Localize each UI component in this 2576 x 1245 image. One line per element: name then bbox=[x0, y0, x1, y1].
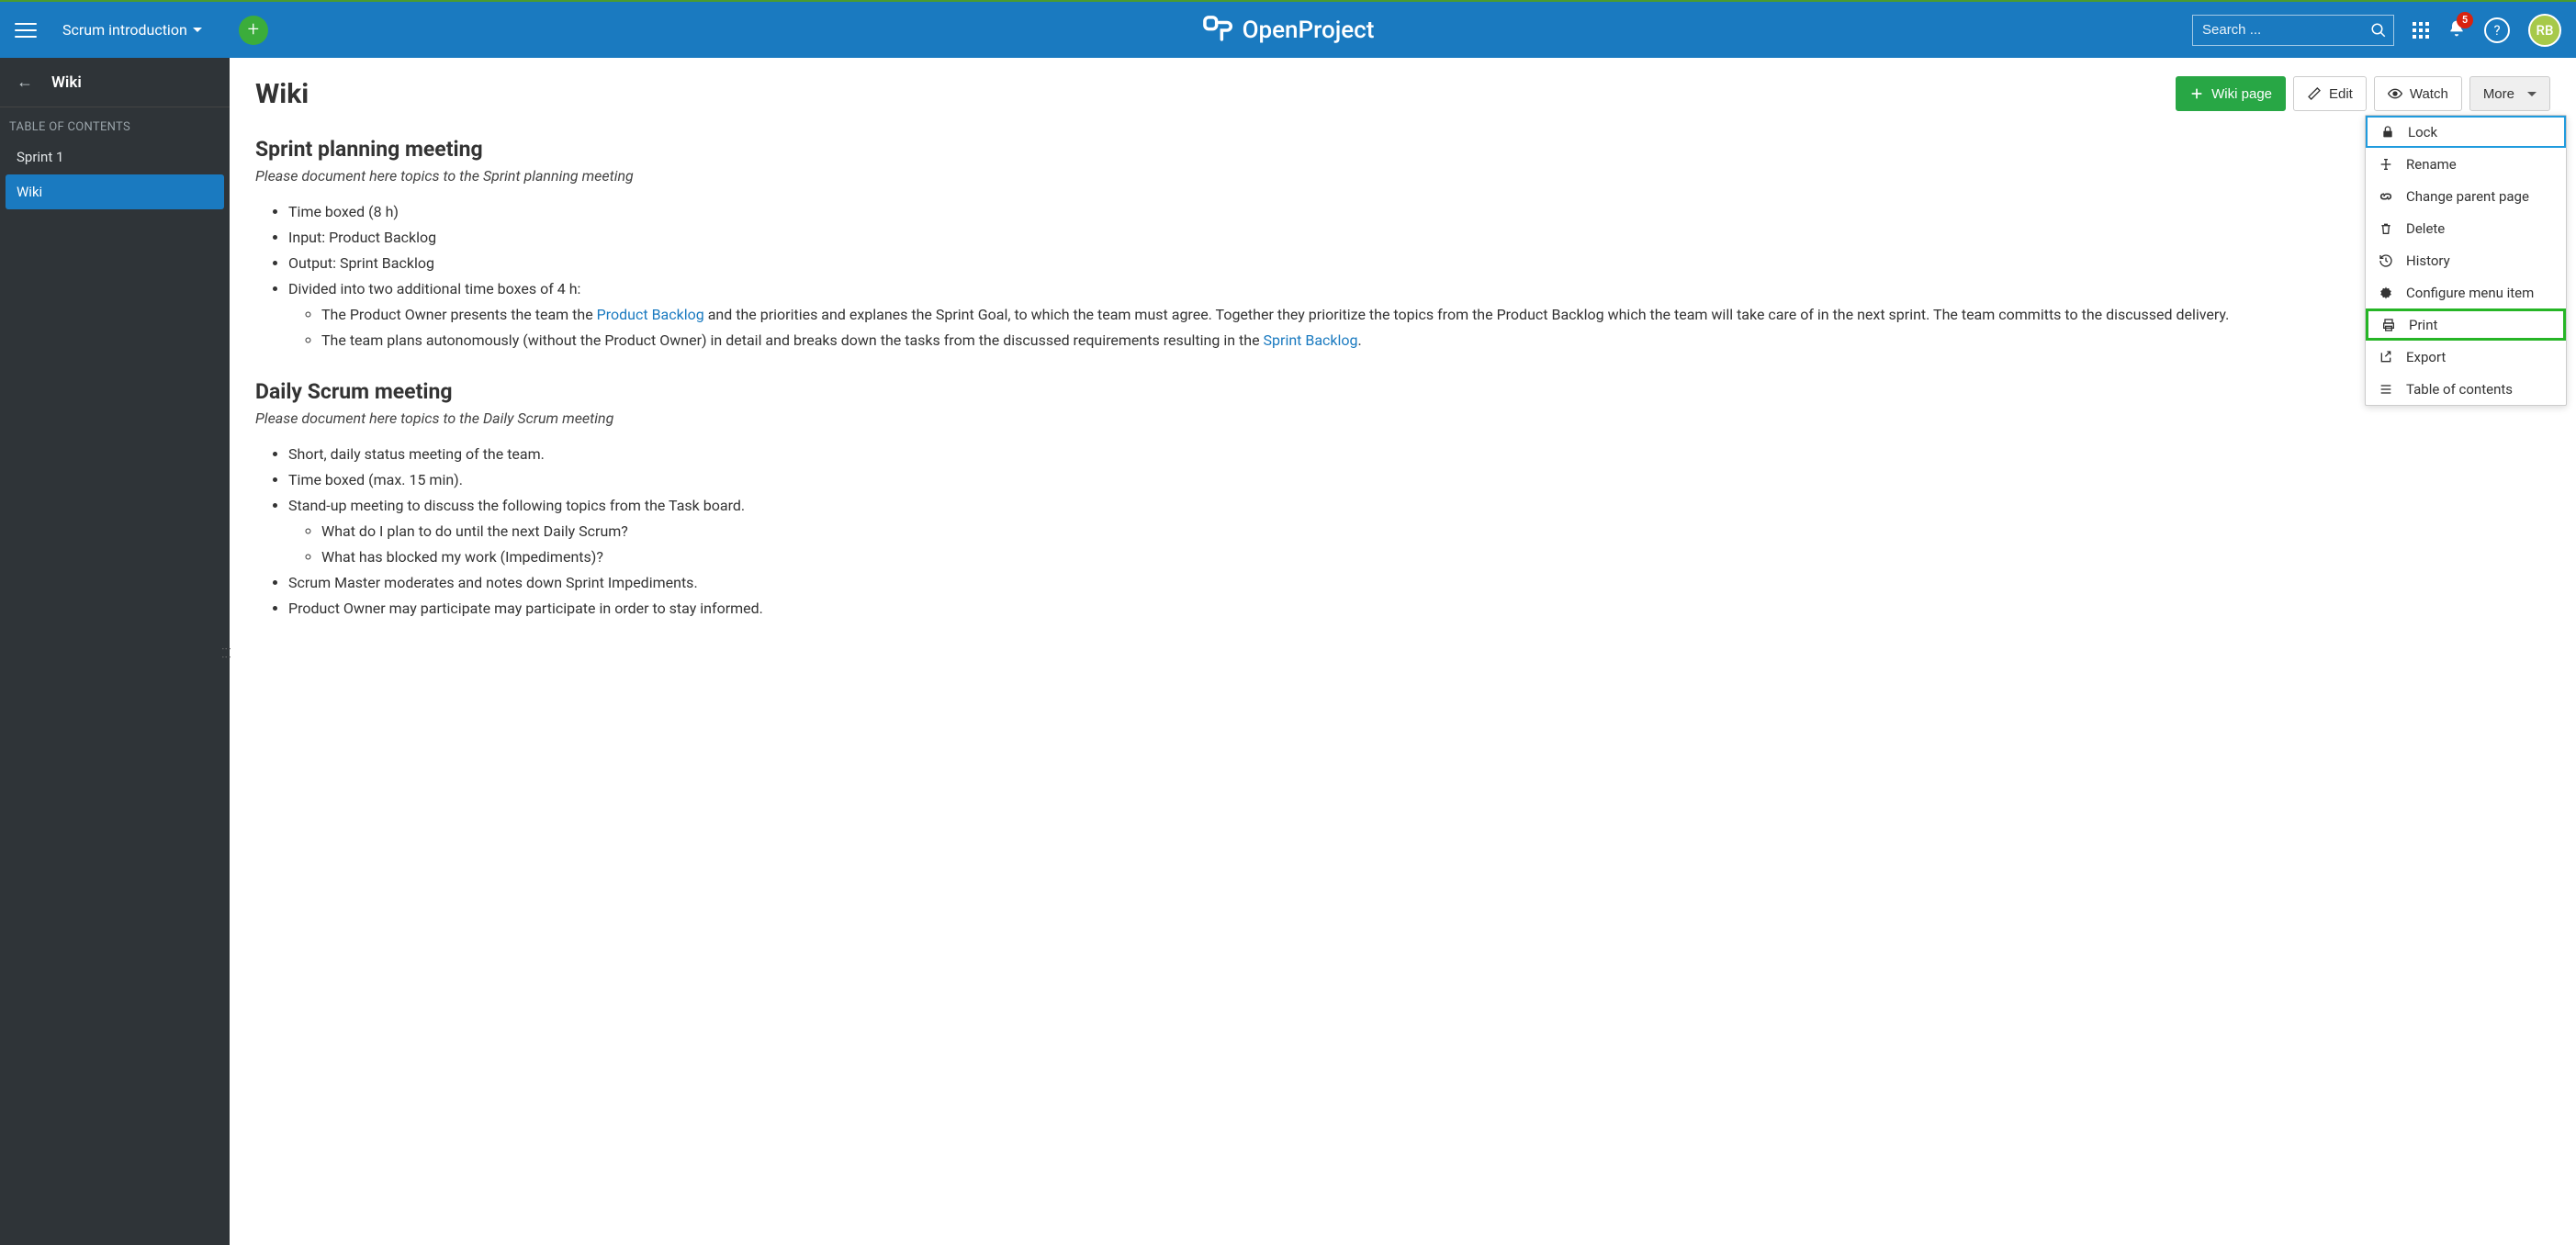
list-item: Divided into two additional time boxes o… bbox=[288, 276, 2550, 353]
list-icon bbox=[2379, 382, 2393, 397]
eye-icon bbox=[2388, 86, 2402, 101]
dropdown-history[interactable]: History bbox=[2366, 244, 2566, 276]
more-dropdown: Lock Rename Change parent page Delete Hi… bbox=[2365, 115, 2567, 406]
notifications-button[interactable]: 5 bbox=[2447, 19, 2466, 41]
brand-text: OpenProject bbox=[1243, 17, 1375, 44]
pencil-icon bbox=[2307, 86, 2322, 101]
list-item: Output: Sprint Backlog bbox=[288, 251, 2550, 276]
trash-icon bbox=[2379, 221, 2393, 236]
openproject-icon bbox=[1202, 15, 1233, 46]
edit-button[interactable]: Edit bbox=[2293, 76, 2367, 111]
list-item: Time boxed (max. 15 min). bbox=[288, 467, 2550, 493]
sidebar-item-wiki[interactable]: Wiki bbox=[6, 174, 224, 209]
dropdown-rename[interactable]: Rename bbox=[2366, 148, 2566, 180]
notification-badge: 5 bbox=[2457, 12, 2473, 28]
lock-icon bbox=[2380, 125, 2395, 140]
list-item: The team plans autonomously (without the… bbox=[321, 328, 2550, 353]
list-item: The Product Owner presents the team the … bbox=[321, 302, 2550, 328]
main-content: Wiki Wiki page Edit Watch More bbox=[230, 58, 2576, 1245]
hamburger-icon[interactable] bbox=[15, 19, 37, 41]
product-backlog-link[interactable]: Product Backlog bbox=[597, 306, 704, 323]
gear-icon bbox=[2379, 286, 2393, 300]
list-item: Time boxed (8 h) bbox=[288, 199, 2550, 225]
wiki-content: Sprint planning meeting Please document … bbox=[255, 137, 2550, 622]
add-button[interactable]: + bbox=[239, 16, 268, 45]
list-item: Input: Product Backlog bbox=[288, 225, 2550, 251]
page-title: Wiki bbox=[255, 78, 309, 110]
sidebar: ← Wiki TABLE OF CONTENTS Sprint 1 Wiki ⋮… bbox=[0, 58, 230, 1245]
search-box bbox=[2192, 15, 2394, 46]
brand-logo: OpenProject bbox=[1202, 15, 1375, 46]
project-selector[interactable]: Scrum introduction bbox=[62, 21, 202, 39]
list-item: Stand-up meeting to discuss the followin… bbox=[288, 493, 2550, 570]
sidebar-item-sprint1[interactable]: Sprint 1 bbox=[0, 140, 230, 174]
list-item: What has blocked my work (Impediments)? bbox=[321, 544, 2550, 570]
section-heading: Sprint planning meeting bbox=[255, 137, 2550, 162]
dropdown-toc[interactable]: Table of contents bbox=[2366, 373, 2566, 405]
toc-heading: TABLE OF CONTENTS bbox=[0, 107, 230, 140]
sprint-backlog-link[interactable]: Sprint Backlog bbox=[1264, 331, 1358, 349]
dropdown-delete[interactable]: Delete bbox=[2366, 212, 2566, 244]
list-item: Scrum Master moderates and notes down Sp… bbox=[288, 570, 2550, 596]
more-button[interactable]: More bbox=[2469, 76, 2550, 111]
section-subtitle: Please document here topics to the Sprin… bbox=[255, 167, 2550, 185]
wiki-page-button[interactable]: Wiki page bbox=[2176, 76, 2286, 111]
sidebar-title: Wiki bbox=[51, 73, 82, 92]
dropdown-configure[interactable]: Configure menu item bbox=[2366, 276, 2566, 308]
section-subtitle: Please document here topics to the Daily… bbox=[255, 409, 2550, 427]
back-arrow-icon[interactable]: ← bbox=[17, 73, 33, 92]
list-item: Short, daily status meeting of the team. bbox=[288, 442, 2550, 467]
top-bar: Scrum introduction + OpenProject 5 ? RB bbox=[0, 0, 2576, 58]
help-button[interactable]: ? bbox=[2484, 17, 2510, 43]
section-heading: Daily Scrum meeting bbox=[255, 379, 2550, 404]
plus-icon bbox=[2189, 86, 2204, 101]
page-header: Wiki Wiki page Edit Watch More bbox=[255, 76, 2550, 111]
caret-down-icon bbox=[2527, 92, 2537, 96]
search-input[interactable] bbox=[2192, 15, 2394, 46]
caret-down-icon bbox=[193, 28, 202, 32]
history-icon bbox=[2379, 253, 2393, 268]
search-icon[interactable] bbox=[2370, 22, 2387, 39]
list-item: Product Owner may participate may partic… bbox=[288, 596, 2550, 622]
avatar[interactable]: RB bbox=[2528, 14, 2561, 47]
rename-icon bbox=[2379, 157, 2393, 172]
apps-grid-icon[interactable] bbox=[2413, 22, 2429, 39]
print-icon bbox=[2381, 318, 2396, 332]
watch-button[interactable]: Watch bbox=[2374, 76, 2462, 111]
dropdown-change-parent[interactable]: Change parent page bbox=[2366, 180, 2566, 212]
project-name: Scrum introduction bbox=[62, 21, 187, 39]
dropdown-print[interactable]: Print bbox=[2366, 308, 2566, 341]
export-icon bbox=[2379, 350, 2393, 365]
dropdown-lock[interactable]: Lock bbox=[2366, 116, 2566, 148]
link-icon bbox=[2379, 189, 2393, 204]
sidebar-header: ← Wiki bbox=[0, 58, 230, 107]
list-item: What do I plan to do until the next Dail… bbox=[321, 519, 2550, 544]
dropdown-export[interactable]: Export bbox=[2366, 341, 2566, 373]
